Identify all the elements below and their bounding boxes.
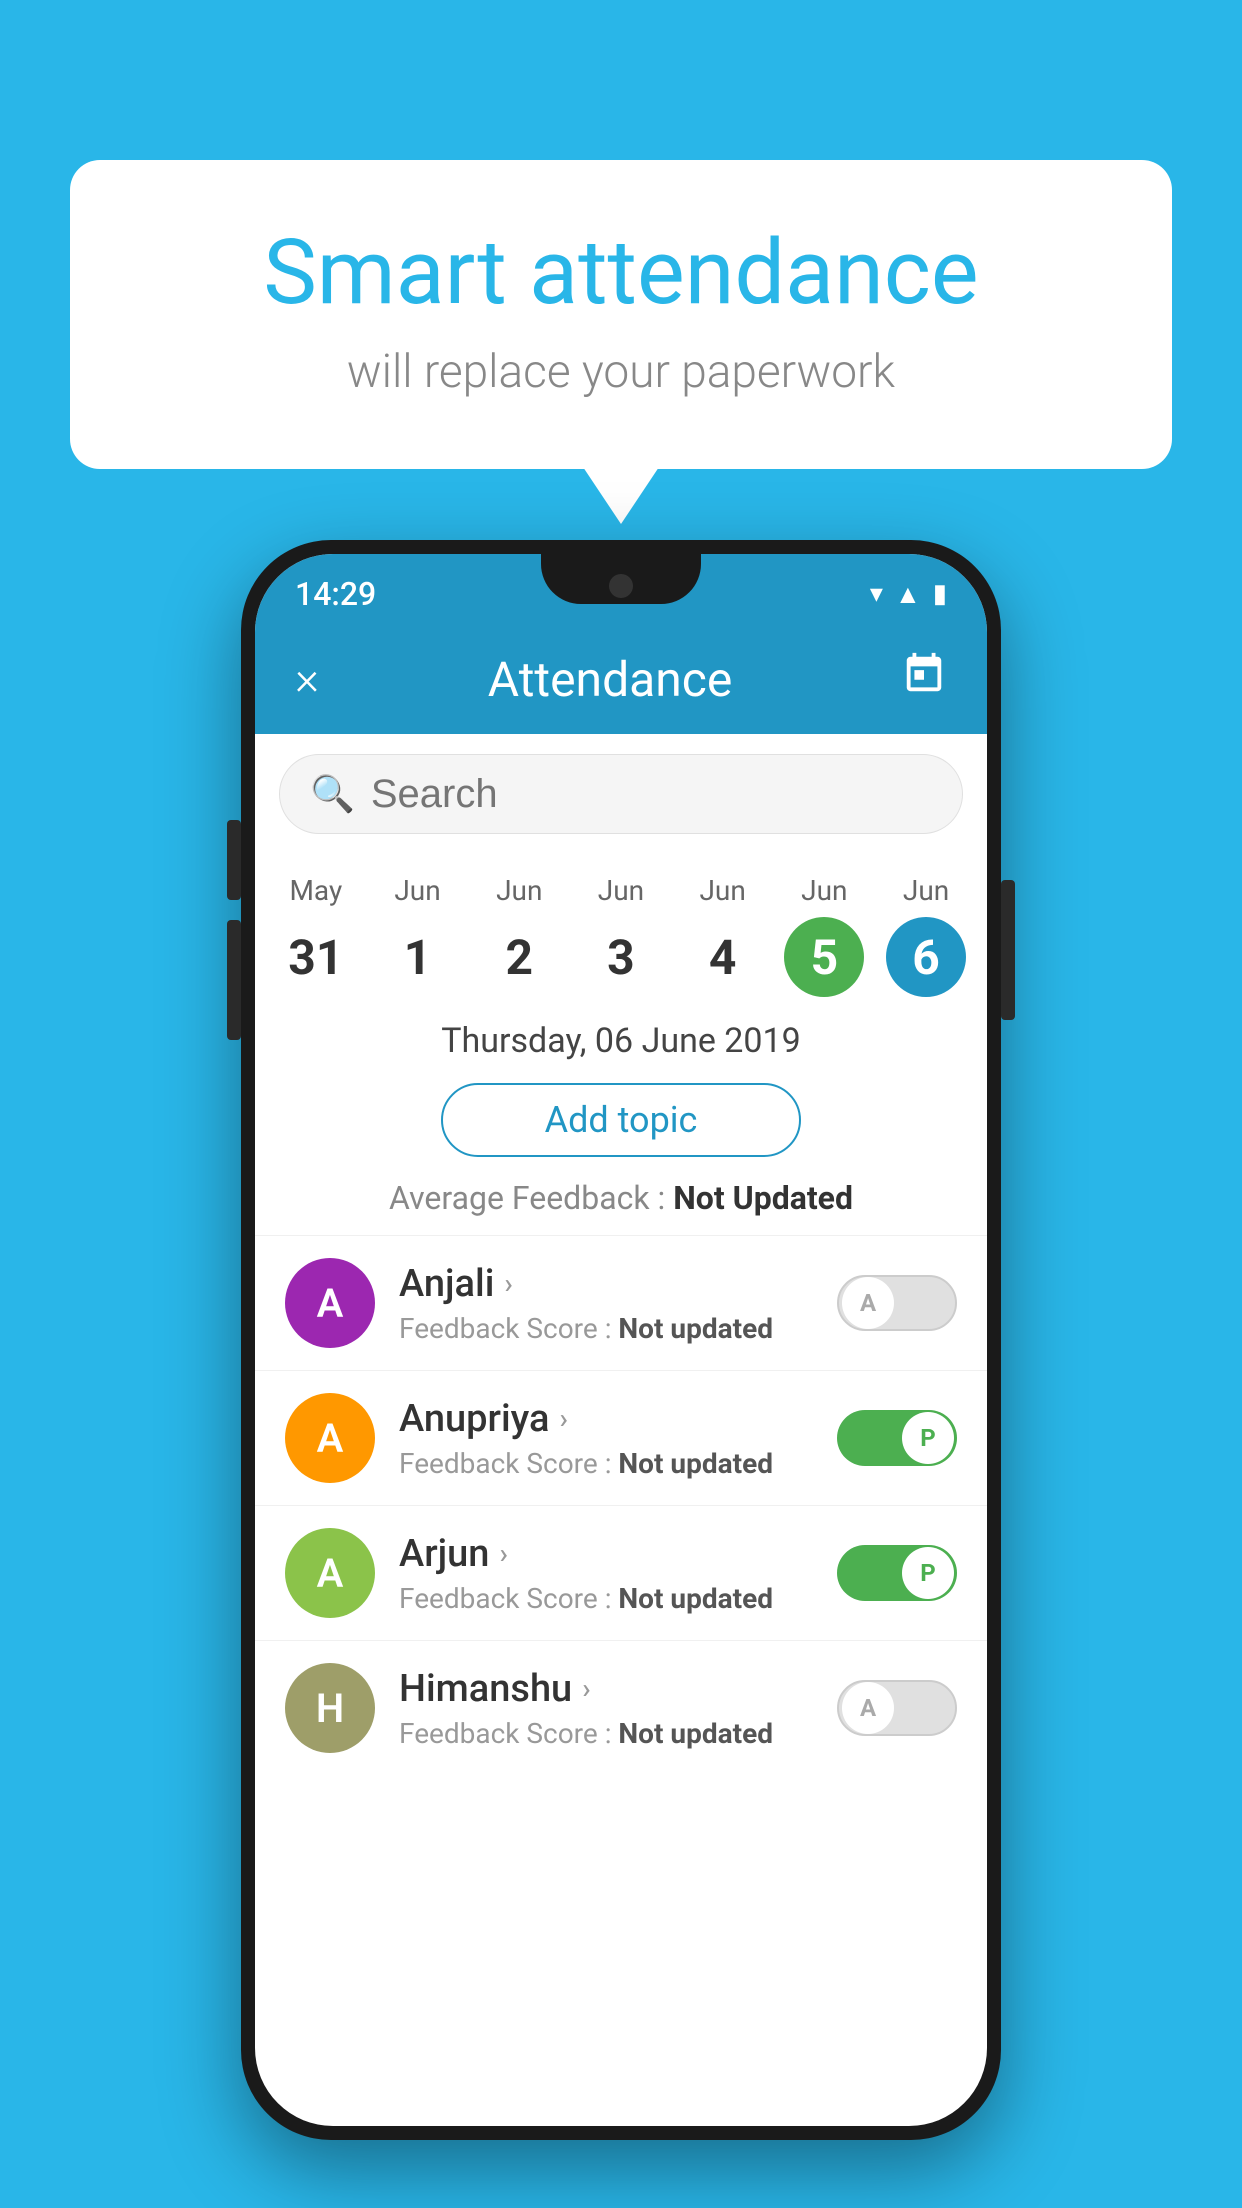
bubble-subtitle: will replace your paperwork xyxy=(150,345,1092,399)
student-item[interactable]: A Anupriya › Feedback Score : Not updated P xyxy=(255,1370,987,1505)
toggle-knob: P xyxy=(902,1547,954,1599)
cal-month-label: May xyxy=(289,874,342,907)
toggle-knob: P xyxy=(902,1412,954,1464)
calendar-day[interactable]: Jun 4 xyxy=(678,874,768,997)
cal-date-number[interactable]: 4 xyxy=(683,917,763,997)
cal-date-number[interactable]: 1 xyxy=(378,917,458,997)
calendar-day[interactable]: May 31 xyxy=(271,874,361,997)
feedback-score: Feedback Score : Not updated xyxy=(399,1312,813,1345)
chevron-right-icon: › xyxy=(559,1402,567,1435)
student-item[interactable]: A Arjun › Feedback Score : Not updated P xyxy=(255,1505,987,1640)
avatar: H xyxy=(285,1663,375,1753)
cal-month-label: Jun xyxy=(598,874,644,907)
cal-date-number[interactable]: 2 xyxy=(479,917,559,997)
add-topic-label: Add topic xyxy=(545,1099,698,1141)
cal-month-label: Jun xyxy=(394,874,440,907)
toggle-knob: A xyxy=(842,1682,894,1734)
student-list: AAnjali ›Feedback Score : Not updatedAAA… xyxy=(255,1235,987,1775)
student-item[interactable]: A Anjali › Feedback Score : Not updated A xyxy=(255,1235,987,1370)
attendance-toggle[interactable]: P xyxy=(837,1545,957,1601)
cal-date-number[interactable]: 5 xyxy=(784,917,864,997)
search-input[interactable] xyxy=(371,772,932,817)
wifi-icon: ▾ xyxy=(870,579,883,609)
attendance-toggle[interactable]: A xyxy=(837,1680,957,1736)
cal-month-label: Jun xyxy=(699,874,745,907)
cal-month-label: Jun xyxy=(903,874,949,907)
cal-date-number[interactable]: 6 xyxy=(886,917,966,997)
app-bar-title: Attendance xyxy=(488,651,733,708)
feedback-score: Feedback Score : Not updated xyxy=(399,1717,813,1750)
student-info: Anjali › Feedback Score : Not updated xyxy=(399,1262,813,1345)
student-name: Anjali › xyxy=(399,1262,813,1306)
screen-content: 🔍 May 31 Jun 1 Jun 2 Jun 3 Jun 4 Jun 5 Jun 6 Thursday… xyxy=(255,734,987,2126)
speech-bubble: Smart attendance will replace your paper… xyxy=(70,160,1172,469)
status-time: 14:29 xyxy=(295,575,376,613)
signal-icon: ▲ xyxy=(895,579,921,610)
chevron-right-icon: › xyxy=(504,1267,512,1300)
student-info: Anupriya › Feedback Score : Not updated xyxy=(399,1397,813,1480)
calendar-day[interactable]: Jun 6 xyxy=(881,874,971,997)
calendar-icon[interactable] xyxy=(901,651,947,708)
avg-feedback-label: Average Feedback : xyxy=(389,1179,665,1217)
phone-frame: 14:29 ▾ ▲ ▮ × Attendance xyxy=(241,540,1001,2140)
cal-month-label: Jun xyxy=(801,874,847,907)
cal-month-label: Jun xyxy=(496,874,542,907)
toggle-knob: A xyxy=(842,1277,894,1329)
phone-notch xyxy=(541,554,701,604)
student-name: Himanshu › xyxy=(399,1667,813,1711)
avg-feedback-value: Not Updated xyxy=(673,1179,853,1217)
avatar: A xyxy=(285,1528,375,1618)
cal-date-number[interactable]: 3 xyxy=(581,917,661,997)
student-name: Anupriya › xyxy=(399,1397,813,1441)
calendar-day[interactable]: Jun 2 xyxy=(474,874,564,997)
add-topic-button[interactable]: Add topic xyxy=(441,1083,801,1157)
cal-date-number[interactable]: 31 xyxy=(276,917,356,997)
avatar: A xyxy=(285,1258,375,1348)
power-button xyxy=(1001,880,1015,1020)
calendar-day[interactable]: Jun 5 xyxy=(779,874,869,997)
attendance-toggle[interactable]: P xyxy=(837,1410,957,1466)
phone-screen: 14:29 ▾ ▲ ▮ × Attendance xyxy=(255,554,987,2126)
chevron-right-icon: › xyxy=(499,1537,507,1570)
feedback-score: Feedback Score : Not updated xyxy=(399,1447,813,1480)
chevron-right-icon: › xyxy=(582,1672,590,1705)
student-info: Himanshu › Feedback Score : Not updated xyxy=(399,1667,813,1750)
speech-bubble-container: Smart attendance will replace your paper… xyxy=(70,160,1172,469)
feedback-score: Feedback Score : Not updated xyxy=(399,1582,813,1615)
selected-date-label: Thursday, 06 June 2019 xyxy=(255,1005,987,1071)
battery-icon: ▮ xyxy=(933,579,947,609)
app-bar: × Attendance xyxy=(255,624,987,734)
student-info: Arjun › Feedback Score : Not updated xyxy=(399,1532,813,1615)
attendance-toggle[interactable]: A xyxy=(837,1275,957,1331)
calendar-day[interactable]: Jun 3 xyxy=(576,874,666,997)
close-button[interactable]: × xyxy=(295,652,319,706)
status-icons: ▾ ▲ ▮ xyxy=(870,579,947,610)
student-name: Arjun › xyxy=(399,1532,813,1576)
volume-down-button xyxy=(227,920,241,1040)
phone-camera xyxy=(609,574,633,598)
calendar-day[interactable]: Jun 1 xyxy=(373,874,463,997)
bubble-title: Smart attendance xyxy=(150,220,1092,325)
average-feedback: Average Feedback : Not Updated xyxy=(255,1169,987,1235)
search-icon: 🔍 xyxy=(310,773,355,815)
phone-mockup: 14:29 ▾ ▲ ▮ × Attendance xyxy=(241,540,1001,2140)
volume-up-button xyxy=(227,820,241,900)
search-bar[interactable]: 🔍 xyxy=(279,754,963,834)
calendar-row: May 31 Jun 1 Jun 2 Jun 3 Jun 4 Jun 5 Jun 6 xyxy=(255,854,987,1005)
student-item[interactable]: H Himanshu › Feedback Score : Not updated A xyxy=(255,1640,987,1775)
avatar: A xyxy=(285,1393,375,1483)
